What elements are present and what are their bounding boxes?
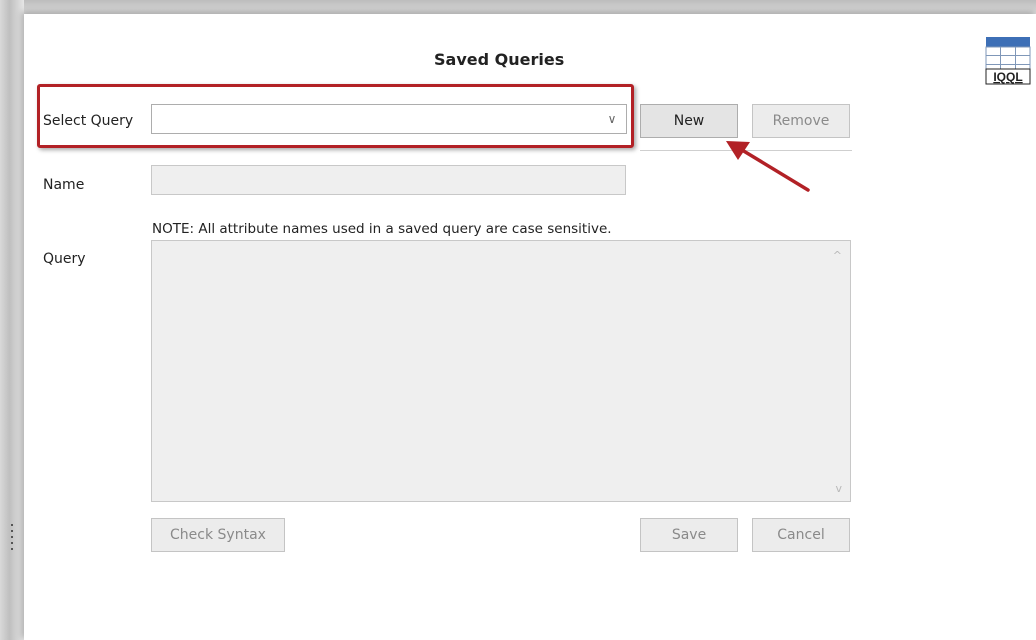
query-label: Query (43, 251, 86, 267)
annotation-arrow (726, 141, 810, 192)
resize-grip[interactable] (11, 524, 13, 550)
save-button[interactable]: Save (640, 518, 738, 552)
query-textarea[interactable]: ^ v (151, 240, 851, 502)
cancel-button[interactable]: Cancel (752, 518, 850, 552)
iqql-logo-text: IQQL (993, 70, 1022, 84)
window-top-border (0, 0, 1036, 14)
scroll-up-icon[interactable]: ^ (833, 249, 842, 262)
select-query-highlight (37, 84, 634, 148)
new-button[interactable]: New (640, 104, 738, 138)
name-label: Name (43, 177, 85, 193)
case-sensitivity-note: NOTE: All attribute names used in a save… (152, 221, 612, 237)
dialog-title: Saved Queries (434, 50, 565, 69)
iqql-table-icon: IQQL (985, 37, 1031, 85)
check-syntax-button[interactable]: Check Syntax (151, 518, 285, 552)
scroll-down-icon[interactable]: v (835, 482, 842, 495)
name-field[interactable] (151, 165, 626, 195)
remove-button[interactable]: Remove (752, 104, 850, 138)
